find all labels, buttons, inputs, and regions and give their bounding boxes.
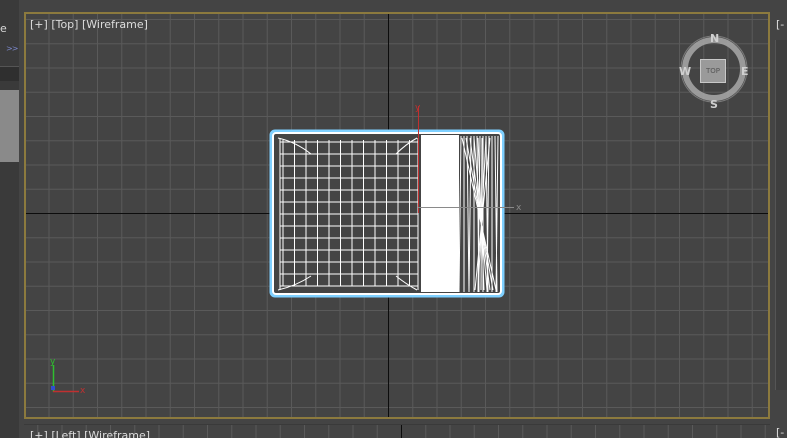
app-root: e >> y x y x [+] [Top] [Wireframe] N S W…: [0, 0, 787, 438]
bottom-right-viewport-edge[interactable]: [-: [772, 424, 787, 438]
left-panel-label: e: [0, 22, 7, 35]
tripod-x-label: x: [80, 386, 86, 396]
viewcube-west[interactable]: W: [679, 65, 691, 78]
viewport-left-menu-plus[interactable]: [+]: [30, 429, 48, 438]
bottom-right-viewport-label[interactable]: [-: [776, 426, 784, 438]
viewcube-top-face[interactable]: TOP: [700, 59, 726, 83]
viewport-grid: y x y x: [26, 14, 768, 417]
viewport-left-shading-mode[interactable]: [Wireframe]: [84, 429, 150, 438]
wireframe-object[interactable]: [269, 129, 505, 298]
viewport-label[interactable]: [+] [Top] [Wireframe]: [30, 18, 148, 31]
right-viewport-label[interactable]: [-: [776, 18, 784, 31]
viewport-menu-plus[interactable]: [+]: [30, 18, 48, 31]
expand-chevron-icon[interactable]: >>: [6, 44, 18, 53]
viewport-view-name[interactable]: [Top]: [51, 18, 78, 31]
viewport-left-label[interactable]: [+] [Left] [Wireframe]: [30, 429, 150, 438]
gizmo-y-label: y: [415, 103, 421, 113]
left-side-panel: e >>: [0, 0, 19, 438]
viewcube-north[interactable]: N: [710, 32, 719, 45]
viewport-left[interactable]: [+] [Left] [Wireframe]: [24, 424, 770, 438]
tripod-y-label: y: [50, 357, 56, 367]
viewcube[interactable]: N S W E TOP: [678, 32, 749, 112]
left-panel-separator: [0, 66, 19, 81]
viewport-shading-mode[interactable]: [Wireframe]: [82, 18, 148, 31]
viewport-top[interactable]: y x y x [+] [Top] [Wireframe] N S W E TO…: [24, 12, 770, 419]
right-viewport-edge[interactable]: [-: [772, 12, 787, 432]
tripod-z-axis: [51, 386, 55, 390]
viewport-left-view-name[interactable]: [Left]: [51, 429, 80, 438]
viewcube-south[interactable]: S: [710, 98, 718, 111]
left-panel-scrollbar[interactable]: [0, 90, 19, 162]
gizmo-x-label: x: [516, 203, 522, 213]
right-scroll-track[interactable]: [775, 40, 787, 390]
viewcube-east[interactable]: E: [741, 65, 749, 78]
